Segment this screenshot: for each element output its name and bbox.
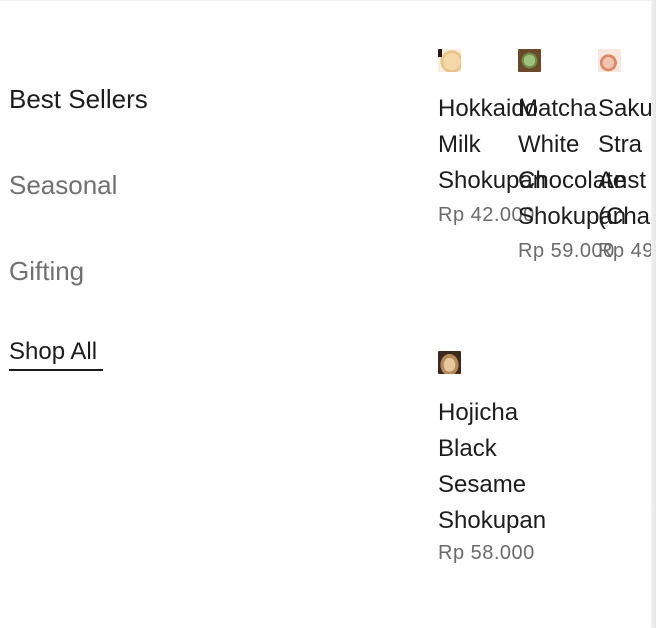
product-price: Rp 58.000 <box>438 542 535 564</box>
product-thumbnail[interactable] <box>518 49 541 72</box>
top-divider <box>0 0 651 1</box>
product-name-line: Hojicha <box>438 399 519 426</box>
nav-seasonal[interactable]: Seasonal <box>9 170 117 200</box>
product-name-line: Stra <box>598 131 643 158</box>
product-name-line: Sesame <box>438 471 527 498</box>
product-thumbnail[interactable] <box>438 49 461 72</box>
product-thumbnail[interactable] <box>598 49 621 72</box>
product-name-line: (Chas <box>598 203 651 230</box>
product-price: Rp 49 <box>598 240 651 262</box>
product-name[interactable]: Saku Stra Anst (Chas <box>598 91 651 235</box>
nav-shop-all[interactable]: Shop All <box>9 337 97 367</box>
product-card-sakura-strawberry[interactable]: Saku Stra Anst (Chas Rp 49 <box>598 49 651 269</box>
product-name-line: Shokupan <box>438 507 547 534</box>
product-name-line: Saku <box>598 95 651 122</box>
nav-best-sellers[interactable]: Best Sellers <box>9 84 148 114</box>
nav-gifting[interactable]: Gifting <box>9 256 84 286</box>
scrollbar-track[interactable] <box>651 0 656 628</box>
product-card-hojicha-black-sesame[interactable]: Hojicha Black Sesame Shokupan Rp 58.000 <box>438 351 578 571</box>
product-name-line: Black <box>438 435 497 462</box>
product-name[interactable]: Hojicha Black Sesame Shokupan <box>438 395 546 539</box>
shop-all-underline <box>9 369 103 371</box>
product-thumbnail[interactable] <box>438 351 461 374</box>
page: Best Sellers Seasonal Gifting Shop All H… <box>0 0 656 628</box>
product-name-line: Anst <box>598 167 647 194</box>
